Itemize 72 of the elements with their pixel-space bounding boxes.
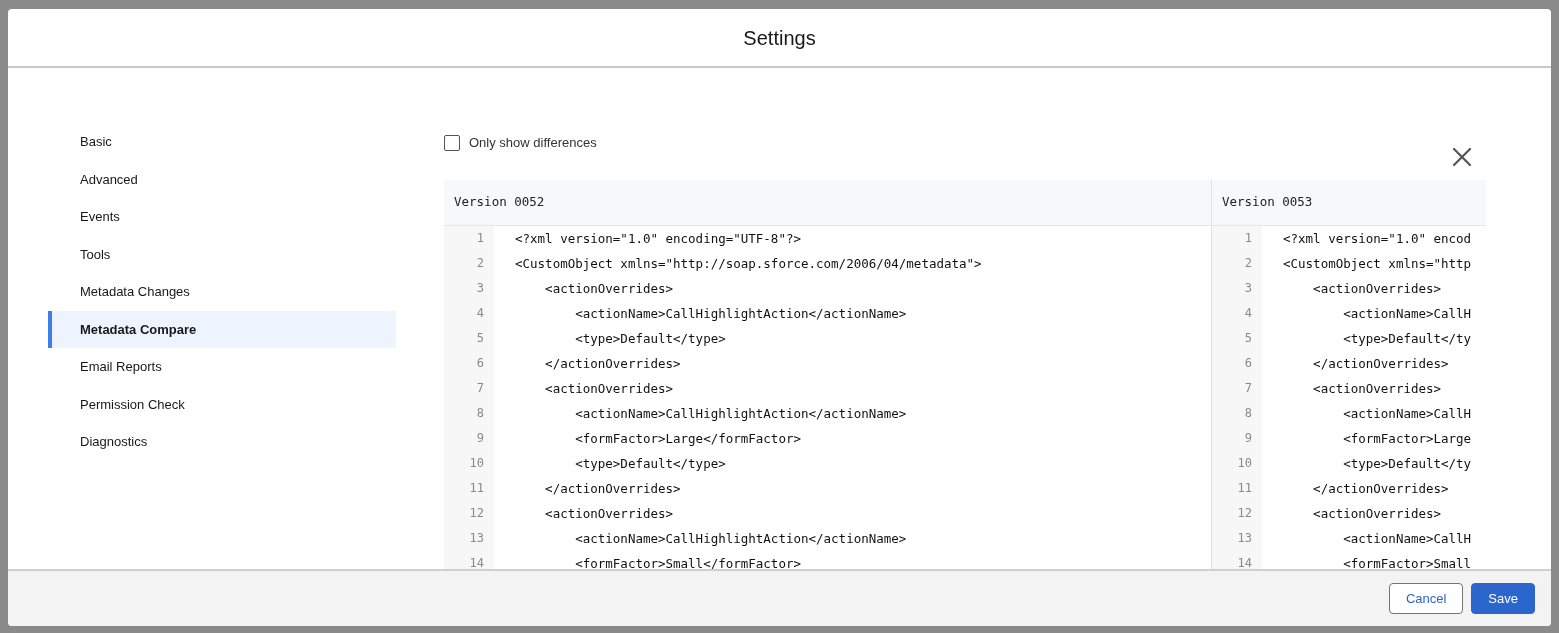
code-line: <formFactor>Large: [1342, 430, 1472, 448]
code-line: </actionOverrides>: [544, 355, 681, 373]
code-line: <actionName>CallHighlightAction</actionName>: [574, 405, 907, 423]
line-number: 7: [444, 376, 494, 401]
line-number: 5: [1212, 326, 1262, 351]
sidebar-item[interactable]: Diagnostics: [48, 423, 396, 461]
line-number: 2: [1212, 251, 1262, 276]
line-number: 9: [1212, 426, 1262, 451]
code-line: <type>Default</ty: [1342, 330, 1472, 348]
line-number: 3: [1212, 276, 1262, 301]
line-number: 11: [444, 476, 494, 501]
sidebar-item[interactable]: Advanced: [48, 160, 396, 198]
code-line: <actionName>CallH: [1342, 305, 1472, 323]
close-icon[interactable]: [1453, 148, 1471, 166]
sidebar-item[interactable]: Permission Check: [48, 385, 396, 423]
save-button[interactable]: Save: [1471, 583, 1535, 614]
code-line: </actionOverrides>: [1312, 480, 1449, 498]
code-line: <actionName>CallHighlightAction</actionName>: [574, 305, 907, 323]
code-line: <actionName>CallHighlightAction</actionName>: [574, 530, 907, 548]
line-number: 4: [1212, 301, 1262, 326]
code-line: </actionOverrides>: [1312, 355, 1449, 373]
code-line: <type>Default</type>: [574, 455, 726, 473]
line-number: 1: [444, 226, 494, 251]
line-number: 8: [1212, 401, 1262, 426]
line-number: 10: [444, 451, 494, 476]
line-number: 6: [444, 351, 494, 376]
sidebar-item[interactable]: Tools: [48, 235, 396, 273]
line-number: 14: [444, 551, 494, 569]
pane-title: Version 0052: [444, 180, 1211, 226]
line-number: 6: [1212, 351, 1262, 376]
code-line: <?xml version="1.0" encod: [1282, 230, 1472, 248]
sidebar-item[interactable]: Basic: [48, 123, 396, 161]
sidebar-item[interactable]: Events: [48, 198, 396, 236]
line-number: 2: [444, 251, 494, 276]
code-line: <actionOverrides>: [1312, 280, 1442, 298]
line-number: 1: [1212, 226, 1262, 251]
line-number: 7: [1212, 376, 1262, 401]
code-line: <type>Default</type>: [574, 330, 726, 348]
dialog-title: Settings: [743, 25, 816, 51]
line-number: 13: [1212, 526, 1262, 551]
code-line: <actionOverrides>: [544, 280, 674, 298]
line-number: 11: [1212, 476, 1262, 501]
line-number: 8: [444, 401, 494, 426]
line-number: 4: [444, 301, 494, 326]
line-number: 12: [444, 501, 494, 526]
code-line: <CustomObject xmlns="http://soap.sforce.com/2006/04/metadata">: [514, 255, 982, 273]
line-number: 9: [444, 426, 494, 451]
line-number: 3: [444, 276, 494, 301]
only-differences-checkbox[interactable]: Only show differences: [444, 133, 597, 153]
code-line: <actionOverrides>: [1312, 505, 1442, 523]
code-line: <actionOverrides>: [1312, 380, 1442, 398]
pane-title: Version 0053: [1212, 180, 1486, 226]
line-number: 5: [444, 326, 494, 351]
code-line: <type>Default</ty: [1342, 455, 1472, 473]
sidebar-item[interactable]: Email Reports: [48, 348, 396, 386]
line-number: 12: [1212, 501, 1262, 526]
code-line: <actionName>CallH: [1342, 405, 1472, 423]
line-number: 10: [1212, 451, 1262, 476]
code-line: <CustomObject xmlns="http: [1282, 255, 1472, 273]
line-number: 14: [1212, 551, 1262, 569]
code-line: </actionOverrides>: [544, 480, 681, 498]
sidebar-item[interactable]: Metadata Compare: [48, 310, 396, 348]
code-line: <?xml version="1.0" encoding="UTF-8"?>: [514, 230, 801, 248]
line-number: 13: [444, 526, 494, 551]
code-line: <actionOverrides>: [544, 505, 674, 523]
code-line: <formFactor>Small: [1342, 555, 1472, 569]
cancel-button[interactable]: Cancel: [1388, 583, 1464, 614]
code-line: <actionName>CallH: [1342, 530, 1472, 548]
code-line: <formFactor>Large</formFactor>: [574, 430, 801, 448]
sidebar-item[interactable]: Metadata Changes: [48, 273, 396, 311]
code-line: <formFactor>Small</formFactor>: [574, 555, 801, 569]
code-line: <actionOverrides>: [544, 380, 674, 398]
